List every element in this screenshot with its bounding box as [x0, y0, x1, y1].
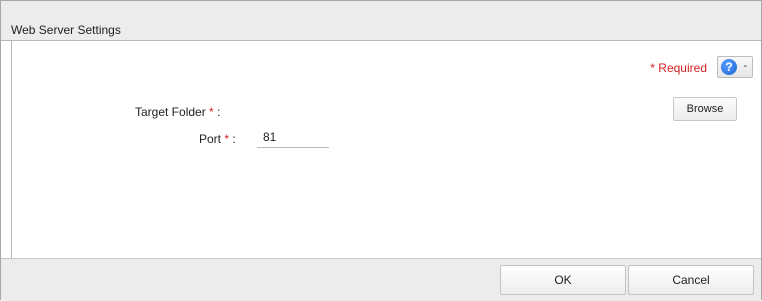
dialog-titlebar: Web Server Settings: [1, 1, 761, 41]
port-label: Port * :: [199, 132, 236, 146]
ok-button[interactable]: OK: [500, 265, 626, 295]
target-folder-colon: :: [217, 105, 221, 119]
target-folder-required-star: *: [209, 105, 214, 119]
required-legend: * Required: [650, 61, 707, 75]
help-button[interactable]: ? -: [717, 56, 753, 78]
question-icon: ?: [721, 59, 737, 75]
web-server-settings-dialog: Web Server Settings * Required ? - Targe…: [0, 0, 762, 301]
target-folder-label-text: Target Folder: [135, 105, 206, 119]
port-label-text: Port: [199, 132, 222, 146]
required-label: Required: [658, 61, 707, 75]
browse-button[interactable]: Browse: [673, 97, 737, 121]
help-caret-icon: -: [743, 60, 747, 72]
cancel-button[interactable]: Cancel: [628, 265, 754, 295]
dialog-title: Web Server Settings: [11, 23, 121, 37]
port-required-star: *: [224, 132, 230, 146]
target-folder-label: Target Folder * :: [135, 105, 220, 119]
port-input[interactable]: [257, 126, 329, 148]
required-star: *: [650, 61, 655, 75]
port-colon: :: [232, 132, 236, 146]
dialog-content: [11, 41, 761, 258]
